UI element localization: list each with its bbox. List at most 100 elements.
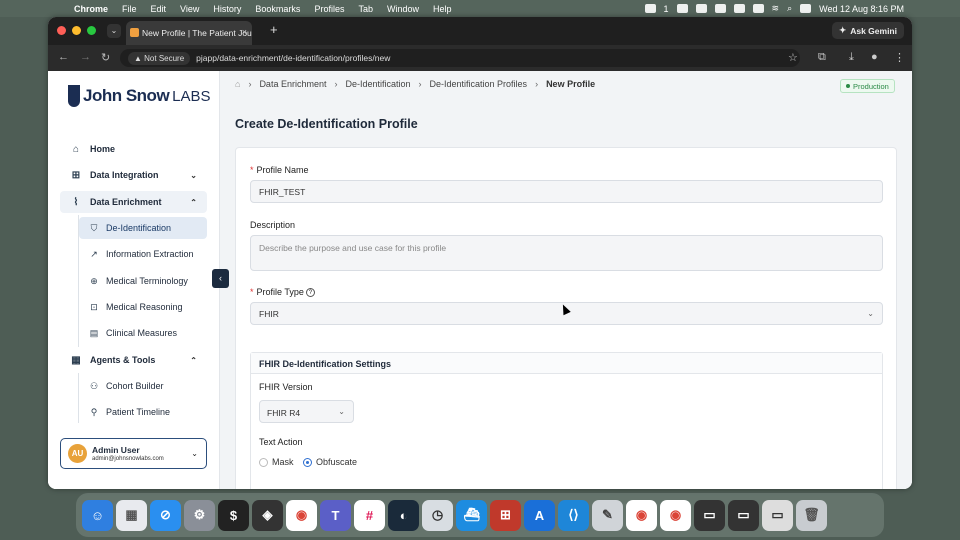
pen-icon[interactable] xyxy=(644,4,656,13)
battery-icon[interactable] xyxy=(752,4,764,13)
clock-app-icon[interactable]: ◷ xyxy=(422,499,453,531)
safari-icon[interactable]: ⊘ xyxy=(150,499,181,531)
status-dot-icon xyxy=(846,84,850,88)
download-icon[interactable]: ⤓ xyxy=(849,51,854,64)
integration-icon: ⊞ xyxy=(71,169,81,181)
finder-icon[interactable]: ☺ xyxy=(82,499,113,531)
window-thumbnail-icon[interactable]: ▭ xyxy=(728,499,759,531)
app-icon[interactable]: ⊞ xyxy=(490,499,521,531)
browser-menu-icon[interactable]: ⋮ xyxy=(894,51,905,64)
chrome-icon[interactable]: ◉ xyxy=(626,499,657,531)
chrome-icon[interactable]: ◉ xyxy=(660,499,691,531)
profile-name-label: * Profile Name xyxy=(250,165,309,175)
trash-icon[interactable]: 🗑 xyxy=(796,499,827,531)
back-icon[interactable]: ← xyxy=(58,51,69,63)
sidebar-item-data-enrichment[interactable]: ⌇ Data Enrichment ⌃ xyxy=(60,191,207,213)
logo-shield-icon xyxy=(68,85,80,107)
sidebar-item-medical-reasoning[interactable]: ⊡ Medical Reasoning xyxy=(79,296,207,318)
vscode-icon[interactable]: ⟨⟩ xyxy=(558,499,589,531)
menu-edit[interactable]: Edit xyxy=(151,4,167,14)
url-text[interactable]: pjapp/data-enrichment/de-identification/… xyxy=(196,53,390,63)
obfuscate-radio[interactable]: Obfuscate xyxy=(303,457,357,467)
home-icon[interactable]: ⌂ xyxy=(235,79,240,89)
tray-badge-count[interactable]: 1 xyxy=(664,4,669,14)
fhir-version-select[interactable]: FHIR R4 ⌄ xyxy=(259,400,354,423)
launchpad-icon[interactable]: ▦ xyxy=(116,499,147,531)
sidebar-item-home[interactable]: ⌂ Home xyxy=(60,138,207,160)
radio-circle-selected xyxy=(303,457,312,467)
mask-radio[interactable]: Mask xyxy=(259,457,294,467)
menu-bookmarks[interactable]: Bookmarks xyxy=(255,4,300,14)
sidebar-item-patient-timeline[interactable]: ⚲ Patient Timeline xyxy=(79,401,207,423)
profile-type-label-text: Profile Type xyxy=(256,287,304,297)
collapse-sidebar-button[interactable]: ‹ xyxy=(212,269,229,288)
network-app-icon[interactable]: ◐ xyxy=(388,499,419,531)
breadcrumb-profiles[interactable]: De-Identification Profiles xyxy=(430,79,528,89)
profile-form-card: * Profile Name FHIR_TEST Description Desc… xyxy=(235,147,897,489)
box-app-icon[interactable]: ◈ xyxy=(252,499,283,531)
menu-app-name[interactable]: Chrome xyxy=(74,4,108,14)
window-thumbnail-icon[interactable]: ▭ xyxy=(694,499,725,531)
user-menu[interactable]: AU Admin User admin@johnsnowlabs.com ⌄ xyxy=(60,438,207,469)
keyboard-icon[interactable] xyxy=(733,4,745,13)
app-icon[interactable] xyxy=(695,4,707,13)
wifi-icon[interactable]: ≋ xyxy=(772,3,780,14)
extension-icon[interactable] xyxy=(676,4,688,13)
sidebar-item-data-integration[interactable]: ⊞ Data Integration ⌄ xyxy=(60,164,207,186)
tab-search-icon[interactable]: ⌄ xyxy=(107,24,121,38)
not-secure-badge[interactable]: ▲ Not Secure xyxy=(128,51,191,65)
search-icon[interactable]: ⌕ xyxy=(787,3,792,14)
breadcrumb-data-enrichment[interactable]: Data Enrichment xyxy=(259,79,326,89)
breadcrumb-separator: › xyxy=(418,79,422,89)
teams-icon[interactable]: T xyxy=(320,499,351,531)
breadcrumb-de-identification[interactable]: De-Identification xyxy=(345,79,410,89)
profile-name-input[interactable]: FHIR_TEST xyxy=(250,180,883,203)
close-tab-icon[interactable]: × xyxy=(242,27,247,37)
menu-file[interactable]: File xyxy=(122,4,137,14)
hospital-icon: ⊕ xyxy=(90,275,98,286)
close-window-button[interactable] xyxy=(57,26,66,35)
profile-avatar-icon[interactable]: ● xyxy=(871,51,878,63)
sidebar-item-agents-tools[interactable]: ▦ Agents & Tools ⌃ xyxy=(60,349,207,371)
slack-icon[interactable]: # xyxy=(354,499,385,531)
extensions-icon[interactable]: ⧉ xyxy=(818,51,826,64)
editor-icon[interactable]: A xyxy=(524,499,555,531)
sidebar-item-label: Clinical Measures xyxy=(106,328,178,338)
john-snow-labs-logo[interactable]: John Snow LABS xyxy=(68,85,211,107)
description-textarea[interactable]: Describe the purpose and use case for th… xyxy=(250,235,883,271)
window-thumbnail-icon[interactable]: ▭ xyxy=(762,499,793,531)
ask-gemini-button[interactable]: ✦ Ask Gemini xyxy=(832,22,904,39)
system-settings-icon[interactable]: ⚙ xyxy=(184,499,215,531)
sidebar-item-medical-terminology[interactable]: ⊕ Medical Terminology xyxy=(79,270,207,292)
sidebar-item-de-identification[interactable]: ⛉ De-Identification xyxy=(79,217,207,239)
menu-window[interactable]: Window xyxy=(387,4,419,14)
sidebar-item-label: De-Identification xyxy=(106,223,172,233)
menu-view[interactable]: View xyxy=(180,4,199,14)
control-center-icon[interactable] xyxy=(800,4,812,13)
new-tab-button[interactable]: + xyxy=(270,22,278,37)
home-icon: ⌂ xyxy=(72,143,80,155)
sidebar-item-label: Information Extraction xyxy=(106,249,194,259)
sidebar-item-label: Medical Reasoning xyxy=(106,302,183,312)
menu-tab[interactable]: Tab xyxy=(358,4,373,14)
menu-history[interactable]: History xyxy=(213,4,241,14)
clock[interactable]: Wed 12 Aug 8:16 PM xyxy=(819,4,904,14)
address-bar[interactable]: ▲ Not Secure pjapp/data-enrichment/de-id… xyxy=(120,49,800,67)
textedit-icon[interactable]: ✎ xyxy=(592,499,623,531)
reload-icon[interactable]: ↻ xyxy=(101,51,110,64)
sidebar-item-clinical-measures[interactable]: ▤ Clinical Measures xyxy=(79,322,207,344)
menu-profiles[interactable]: Profiles xyxy=(314,4,344,14)
docker-icon[interactable]: ⛴ xyxy=(456,499,487,531)
minimize-window-button[interactable] xyxy=(72,26,81,35)
chrome-icon[interactable]: ◉ xyxy=(286,499,317,531)
menu-help[interactable]: Help xyxy=(433,4,452,14)
help-icon[interactable]: ? xyxy=(305,288,315,298)
sidebar-item-information-extraction[interactable]: ↗ Information Extraction xyxy=(79,243,207,265)
forward-icon[interactable]: → xyxy=(80,51,91,63)
maximize-window-button[interactable] xyxy=(87,26,96,35)
bookmark-star-icon[interactable]: ☆ xyxy=(788,51,798,64)
terminal-icon[interactable]: $ xyxy=(218,499,249,531)
browser-tab[interactable]: New Profile | The Patient Jou × xyxy=(126,21,252,45)
sidebar-item-cohort-builder[interactable]: ⚇ Cohort Builder xyxy=(79,375,207,397)
cloud-icon[interactable] xyxy=(714,4,726,13)
